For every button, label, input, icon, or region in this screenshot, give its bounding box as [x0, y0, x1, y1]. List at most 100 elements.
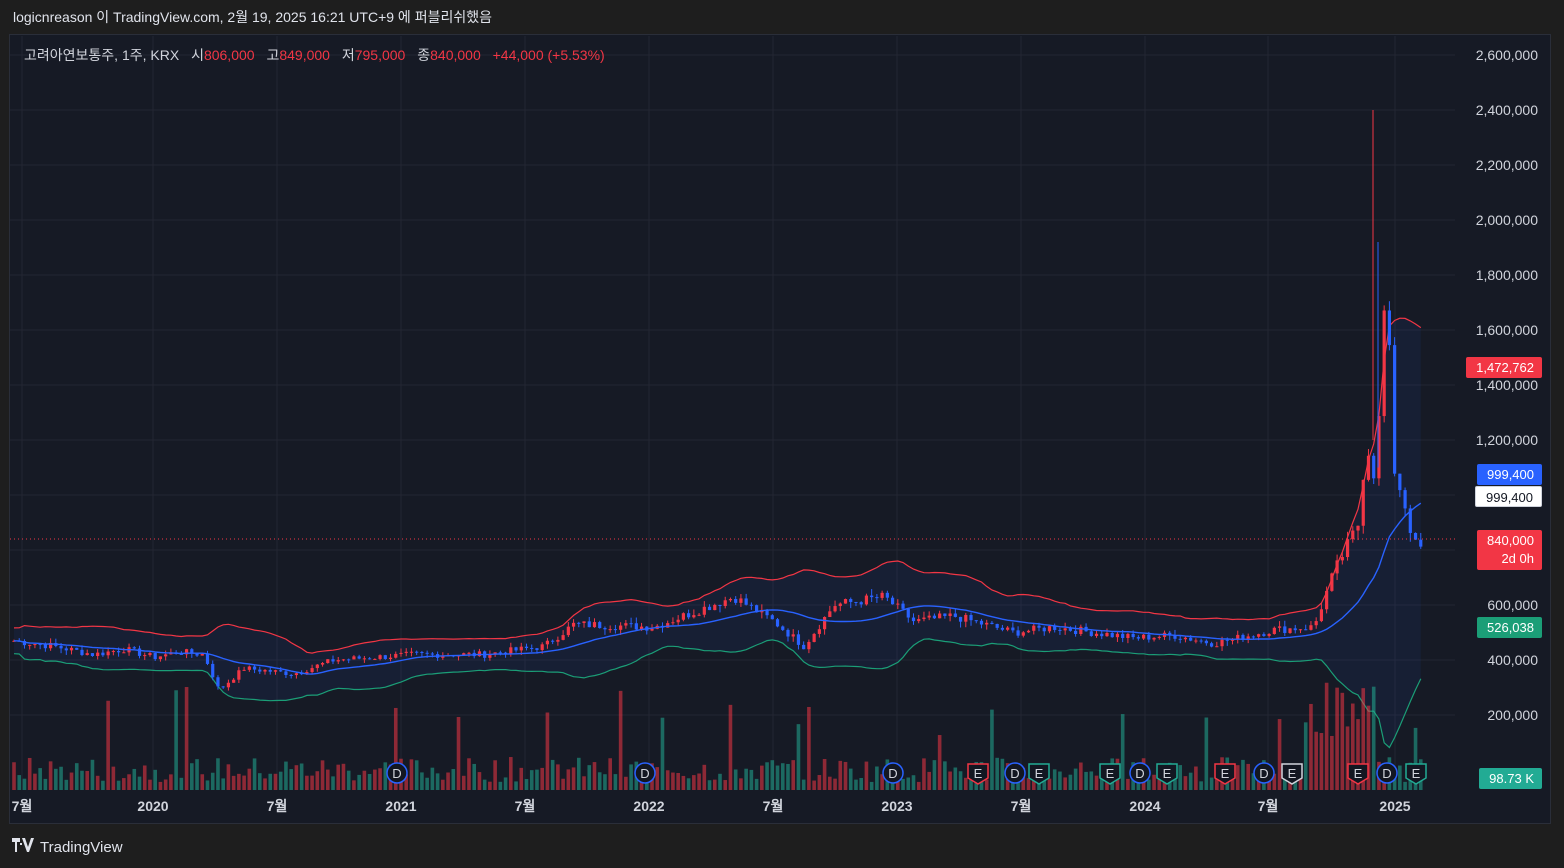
high-value: 849,000 [279, 47, 330, 63]
candle-body [425, 652, 429, 654]
candle-body [1267, 633, 1271, 636]
volume-bar [38, 768, 42, 790]
candle-body [828, 611, 832, 618]
candle-body [608, 629, 612, 631]
volume-bar [1120, 714, 1125, 790]
candle-body [739, 598, 743, 603]
candle-body [1283, 626, 1287, 633]
candle-body [289, 674, 293, 676]
candle-body [310, 668, 314, 673]
price-axis-label: 2,000,000 [1476, 212, 1538, 228]
volume-bar [692, 775, 696, 790]
volume-bar [132, 768, 137, 790]
volume-bar [59, 766, 63, 790]
candle-body [362, 658, 366, 660]
candle-body [232, 679, 236, 683]
candle-body [242, 669, 246, 671]
candle-body [734, 598, 738, 603]
candle-body [1251, 636, 1256, 638]
volume-bar [843, 761, 848, 790]
candle-body [932, 615, 937, 619]
candle-body [577, 622, 581, 624]
candle-body [1157, 636, 1161, 638]
volume-bar [137, 776, 142, 790]
volume-bar [1345, 726, 1350, 790]
candle-body [1366, 455, 1371, 480]
price-chart[interactable]: 2,600,000 2,400,000 2,200,000 2,000,000 1,80… [0, 0, 1564, 868]
candle-body [284, 671, 288, 675]
candle-body [1058, 629, 1062, 631]
band-fill [14, 318, 1421, 748]
candle-body [90, 653, 95, 657]
volume-bar [833, 778, 837, 790]
candle-body [1236, 634, 1240, 639]
event-marker-label: D [640, 766, 649, 781]
candle-body [347, 659, 351, 661]
candle-body [1089, 631, 1093, 636]
candle-body [974, 620, 978, 622]
candle-body [409, 651, 414, 653]
volume-bar [1340, 692, 1345, 790]
volume-bar [362, 770, 367, 790]
candle-body [985, 622, 989, 625]
volume-bar [325, 769, 330, 790]
volume-bar [796, 724, 801, 790]
volume-bar [451, 769, 456, 790]
candle-body [164, 654, 168, 657]
candle-body [896, 603, 900, 605]
volume-bar [848, 768, 853, 790]
volume-bar [299, 763, 304, 790]
candle-body [200, 653, 204, 656]
event-marker-label: E [1288, 766, 1297, 781]
volume-bar [571, 767, 576, 790]
volume-bar [728, 704, 733, 790]
time-axis-label: 2023 [881, 798, 912, 814]
volume-bar [707, 780, 712, 790]
volume-bar [357, 774, 361, 790]
candle-body [1351, 530, 1355, 540]
volume-bar [561, 778, 565, 790]
volume-bar [765, 762, 769, 790]
candle-body [388, 657, 393, 659]
volume-bar [655, 767, 660, 790]
candle-body [247, 666, 251, 670]
symbol-name: 고려아연보통주, 1주, KRX [24, 47, 180, 63]
volume-bar [101, 780, 105, 790]
candle-body [979, 620, 984, 625]
volume-bar [278, 771, 283, 790]
candle-body [556, 639, 560, 642]
volume-bar [859, 777, 863, 790]
candle-body [258, 669, 262, 672]
candle-body [399, 652, 403, 654]
volume-bar [242, 775, 246, 790]
upper-band-tag: 1,472,762 [1466, 357, 1542, 378]
candle-body [498, 652, 502, 654]
candle-body [1000, 627, 1004, 630]
candle-body [1361, 479, 1365, 526]
candle-body [650, 628, 654, 631]
last-price-tag: 840,000 2d 0h [1477, 530, 1542, 570]
close-value: 840,000 [430, 47, 481, 63]
candle-body [221, 686, 225, 688]
volume-bar [712, 779, 717, 790]
volume-bar [671, 772, 675, 790]
volume-bar [268, 773, 273, 790]
candle-body [890, 597, 895, 605]
volume-bar [1079, 762, 1083, 790]
candle-body [1403, 490, 1407, 509]
candle-body [1209, 643, 1214, 647]
candle-body [1063, 628, 1067, 631]
volume-bar [1058, 771, 1062, 790]
volume-bar [367, 774, 372, 790]
candle-body [294, 673, 298, 676]
volume-bar [425, 777, 429, 790]
candle-body [1345, 539, 1350, 558]
volume-bar [488, 781, 492, 790]
volume-bar [697, 773, 701, 790]
candle-body [1178, 638, 1182, 640]
candle-body [394, 653, 398, 658]
volume-bar [252, 758, 257, 790]
candle-body [1147, 634, 1151, 640]
candle-body [781, 626, 785, 630]
footer-brand[interactable]: TradingView [12, 836, 123, 858]
